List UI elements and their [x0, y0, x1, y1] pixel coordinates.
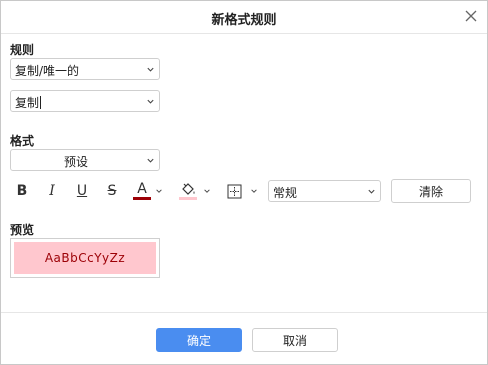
rule-value-wrapper: 复制: [15, 94, 42, 111]
clear-button[interactable]: 清除: [391, 179, 471, 203]
chevron-down-icon[interactable]: [203, 187, 211, 195]
rule-type-value: 复制/唯一的: [15, 64, 80, 78]
chevron-down-icon: [147, 99, 154, 104]
rule-value-select[interactable]: 复制: [10, 90, 160, 112]
close-icon[interactable]: [463, 8, 479, 24]
preview-sample: AaBbCcYyZz: [14, 242, 156, 274]
rule-section-label: 规则: [10, 43, 35, 57]
strikethrough-button[interactable]: S: [103, 181, 121, 201]
footer-divider: [1, 312, 487, 313]
rule-type-select[interactable]: 复制/唯一的: [10, 58, 160, 80]
dialog-title: 新格式规则: [211, 13, 277, 28]
number-format-select[interactable]: 常规: [268, 180, 381, 202]
border-button[interactable]: [225, 181, 243, 201]
paint-bucket-icon: [182, 183, 195, 195]
bold-button[interactable]: B: [13, 181, 31, 201]
font-color-glyph: A: [137, 181, 147, 197]
text-caret: [40, 96, 42, 109]
chevron-down-icon: [147, 158, 154, 163]
chevron-down-icon[interactable]: [250, 187, 258, 195]
fill-color-swatch: [179, 197, 197, 200]
rule-value: 复制: [15, 96, 40, 110]
chevron-down-icon: [368, 189, 375, 194]
number-format-value: 常规: [273, 186, 298, 200]
format-preset-select[interactable]: 预设: [10, 149, 160, 171]
preview-section-label: 预览: [10, 223, 35, 237]
chevron-down-icon[interactable]: [155, 187, 163, 195]
dialog-titlebar: 新格式规则: [1, 1, 487, 34]
font-color-swatch: [133, 197, 151, 200]
border-icon: [227, 184, 241, 198]
fill-color-button[interactable]: [177, 181, 199, 201]
new-format-rule-dialog: 新格式规则 规则 复制/唯一的 复制 格式 预设 B I U S A 常规 清除…: [0, 0, 488, 365]
underline-button[interactable]: U: [73, 181, 91, 201]
format-section-label: 格式: [10, 134, 35, 148]
chevron-down-icon: [147, 67, 154, 72]
ok-button[interactable]: 确定: [156, 328, 242, 352]
italic-button[interactable]: I: [43, 181, 61, 201]
cancel-button[interactable]: 取消: [252, 328, 338, 352]
preview-box: AaBbCcYyZz: [10, 238, 160, 278]
font-color-button[interactable]: A: [131, 181, 153, 201]
format-preset-value: 预设: [63, 155, 88, 169]
